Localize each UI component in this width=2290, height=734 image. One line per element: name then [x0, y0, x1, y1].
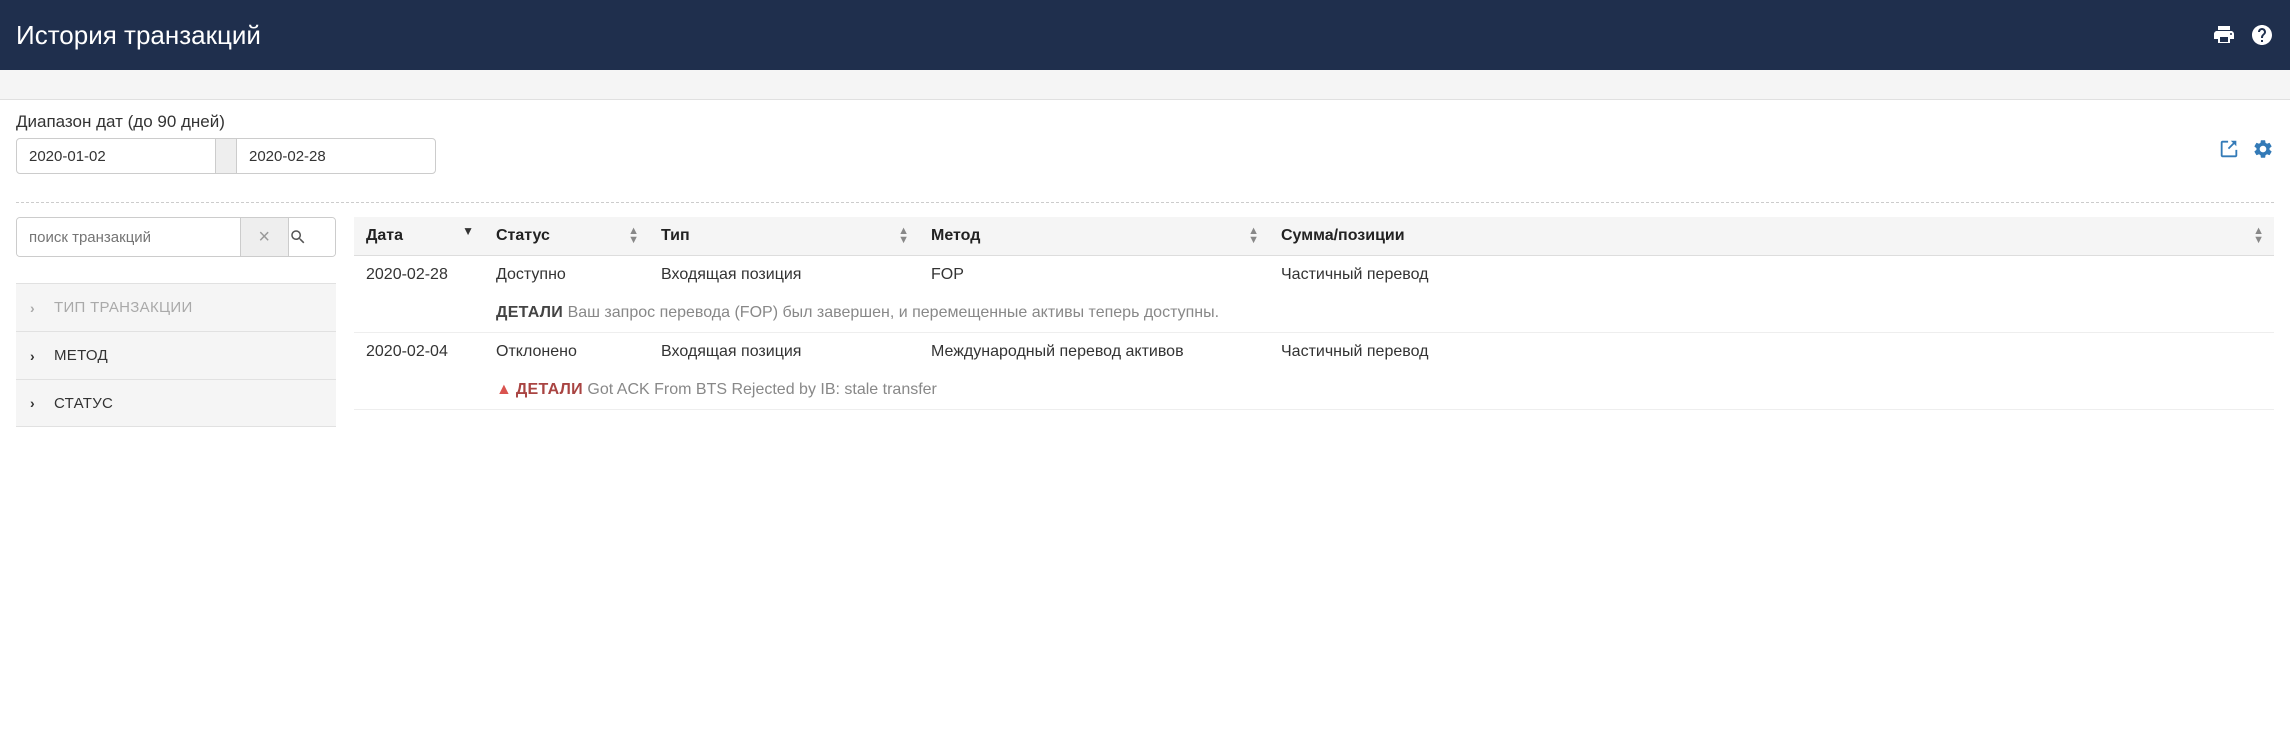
cell-amount: Частичный перевод	[1269, 256, 2274, 295]
cell-type: Входящая позиция	[649, 333, 919, 372]
col-date-label: Дата	[366, 227, 403, 244]
page-header: История транзакций	[0, 0, 2290, 70]
col-method-label: Метод	[931, 227, 980, 244]
filter-panel: › ТИП ТРАНЗАКЦИИ › МЕТОД › СТАТУС	[16, 283, 336, 427]
export-icon[interactable]	[2218, 138, 2240, 160]
cell-type: Входящая позиция	[649, 256, 919, 295]
cell-status: Отклонено	[484, 333, 649, 372]
page-title: История транзакций	[16, 20, 261, 51]
col-date[interactable]: Дата ▼	[354, 217, 484, 256]
cell-amount: Частичный перевод	[1269, 333, 2274, 372]
cell-date: 2020-02-04	[354, 333, 484, 372]
table-row[interactable]: 2020-02-04ОтклоненоВходящая позицияМежду…	[354, 333, 2274, 372]
table-row-details: ДЕТАЛИ Ваш запрос перевода (FOP) был зав…	[354, 294, 2274, 333]
filter-label: СТАТУС	[54, 395, 113, 412]
cell-status: Доступно	[484, 256, 649, 295]
col-status[interactable]: Статус ▲▼	[484, 217, 649, 256]
col-status-label: Статус	[496, 227, 550, 244]
details-text: Got ACK From BTS Rejected by IB: stale t…	[587, 381, 936, 398]
col-method[interactable]: Метод ▲▼	[919, 217, 1269, 256]
filter-method[interactable]: › МЕТОД	[16, 331, 336, 379]
filter-transaction-type: › ТИП ТРАНЗАКЦИИ	[16, 283, 336, 331]
sort-desc-icon: ▼	[462, 227, 474, 236]
details-label: ДЕТАЛИ	[496, 304, 563, 321]
sort-icon: ▲▼	[628, 227, 639, 245]
search-button[interactable]	[288, 218, 336, 256]
col-amount-label: Сумма/позиции	[1281, 227, 1405, 244]
search-group: ×	[16, 217, 336, 257]
help-icon[interactable]	[2250, 23, 2274, 47]
search-input[interactable]	[17, 218, 240, 256]
warning-icon: ▲	[496, 381, 512, 398]
date-range-inputs	[16, 138, 436, 174]
chevron-right-icon: ›	[30, 300, 40, 316]
cell-method: FOP	[919, 256, 1269, 295]
print-icon[interactable]	[2212, 23, 2236, 47]
details-label: ДЕТАЛИ	[516, 381, 583, 398]
cell-date: 2020-02-28	[354, 256, 484, 295]
transactions-table: Дата ▼ Статус ▲▼ Тип ▲▼ Метод ▲▼	[354, 217, 2274, 410]
sort-icon: ▲▼	[2253, 227, 2264, 245]
search-clear-button[interactable]: ×	[240, 218, 288, 256]
filter-label: ТИП ТРАНЗАКЦИИ	[54, 299, 193, 316]
table-row-details: ▲ДЕТАЛИ Got ACK From BTS Rejected by IB:…	[354, 371, 2274, 410]
sort-icon: ▲▼	[898, 227, 909, 245]
table-row[interactable]: 2020-02-28ДоступноВходящая позицияFOPЧас…	[354, 256, 2274, 295]
divider	[16, 202, 2274, 203]
date-separator	[216, 138, 236, 174]
date-range-label: Диапазон дат (до 90 дней)	[16, 112, 2274, 132]
settings-icon[interactable]	[2252, 138, 2274, 160]
chevron-right-icon: ›	[30, 395, 40, 411]
details-cell: ДЕТАЛИ Ваш запрос перевода (FOP) был зав…	[484, 294, 2274, 333]
cell-method: Международный перевод активов	[919, 333, 1269, 372]
col-type-label: Тип	[661, 227, 690, 244]
details-text: Ваш запрос перевода (FOP) был завершен, …	[568, 304, 1219, 321]
col-amount[interactable]: Сумма/позиции ▲▼	[1269, 217, 2274, 256]
sort-icon: ▲▼	[1248, 227, 1259, 245]
col-type[interactable]: Тип ▲▼	[649, 217, 919, 256]
filter-label: МЕТОД	[54, 347, 108, 364]
filter-status[interactable]: › СТАТУС	[16, 379, 336, 427]
date-from-input[interactable]	[16, 138, 216, 174]
sub-header-bar	[0, 70, 2290, 100]
chevron-right-icon: ›	[30, 348, 40, 364]
header-actions	[2212, 23, 2274, 47]
table-actions	[2218, 138, 2274, 160]
date-to-input[interactable]	[236, 138, 436, 174]
details-cell: ▲ДЕТАЛИ Got ACK From BTS Rejected by IB:…	[484, 371, 2274, 410]
